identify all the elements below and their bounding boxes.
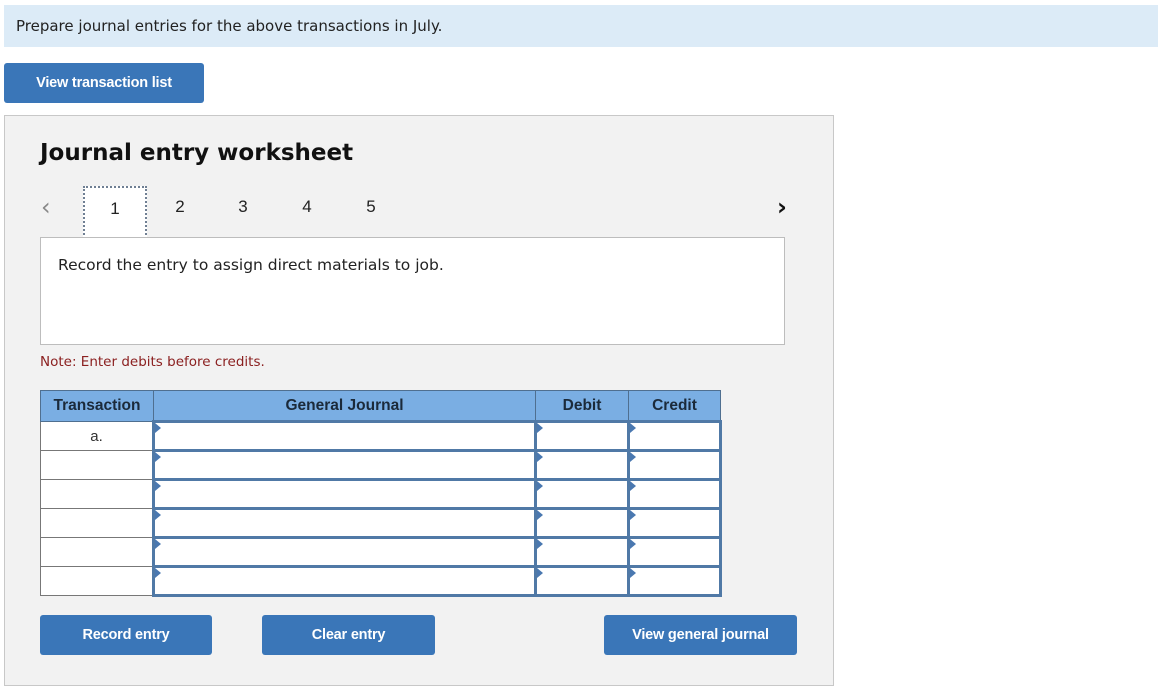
transaction-cell bbox=[40, 450, 154, 480]
account-dropdown[interactable] bbox=[152, 507, 537, 539]
view-general-journal-button[interactable]: View general journal bbox=[604, 615, 797, 655]
note-text: Note: Enter debits before credits. bbox=[40, 354, 265, 370]
credit-input[interactable] bbox=[630, 568, 719, 594]
account-input[interactable] bbox=[155, 452, 534, 478]
debit-input[interactable] bbox=[537, 481, 627, 507]
record-entry-button[interactable]: Record entry bbox=[40, 615, 212, 655]
tab-5[interactable]: 5 bbox=[339, 186, 403, 239]
debit-input[interactable] bbox=[537, 452, 627, 478]
credit-input[interactable] bbox=[630, 539, 719, 565]
table-row: a. bbox=[40, 420, 722, 452]
chevron-left-icon[interactable]: ‹ bbox=[41, 192, 51, 222]
debit-cell[interactable] bbox=[534, 420, 630, 452]
credit-cell[interactable] bbox=[627, 507, 722, 539]
debit-input[interactable] bbox=[537, 539, 627, 565]
debit-input[interactable] bbox=[537, 568, 627, 594]
credit-input[interactable] bbox=[630, 481, 719, 507]
instruction-bar: Prepare journal entries for the above tr… bbox=[4, 5, 1158, 47]
worksheet-title: Journal entry worksheet bbox=[40, 140, 354, 166]
credit-cell[interactable] bbox=[627, 536, 722, 568]
header-credit: Credit bbox=[628, 390, 721, 422]
table-row bbox=[40, 449, 722, 481]
table-header-row: Transaction General Journal Debit Credit bbox=[40, 390, 721, 422]
tab-3[interactable]: 3 bbox=[211, 186, 275, 239]
instruction-text: Prepare journal entries for the above tr… bbox=[16, 17, 443, 35]
tab-1[interactable]: 1 bbox=[83, 186, 147, 239]
transaction-cell bbox=[40, 508, 154, 538]
tab-4[interactable]: 4 bbox=[275, 186, 339, 239]
credit-cell[interactable] bbox=[627, 565, 722, 597]
transaction-cell bbox=[40, 537, 154, 567]
debit-input[interactable] bbox=[537, 510, 627, 536]
debit-cell[interactable] bbox=[534, 478, 630, 510]
header-transaction: Transaction bbox=[40, 390, 154, 422]
journal-entry-worksheet: Journal entry worksheet ‹ 1 2 3 4 5 › Re… bbox=[4, 115, 834, 686]
debit-cell[interactable] bbox=[534, 449, 630, 481]
account-dropdown[interactable] bbox=[152, 536, 537, 568]
entry-prompt: Record the entry to assign direct materi… bbox=[40, 237, 785, 345]
transaction-cell bbox=[40, 566, 154, 596]
view-transaction-list-button[interactable]: View transaction list bbox=[4, 63, 204, 103]
credit-input[interactable] bbox=[630, 452, 719, 478]
transaction-cell bbox=[40, 479, 154, 509]
prompt-text: Record the entry to assign direct materi… bbox=[58, 256, 444, 274]
journal-table: Transaction General Journal Debit Credit… bbox=[40, 390, 722, 597]
header-debit: Debit bbox=[535, 390, 629, 422]
debit-cell[interactable] bbox=[534, 565, 630, 597]
account-input[interactable] bbox=[155, 568, 534, 594]
account-dropdown[interactable] bbox=[152, 565, 537, 597]
clear-entry-button[interactable]: Clear entry bbox=[262, 615, 435, 655]
debit-input[interactable] bbox=[537, 423, 627, 449]
table-row bbox=[40, 478, 722, 510]
debit-cell[interactable] bbox=[534, 507, 630, 539]
credit-cell[interactable] bbox=[627, 478, 722, 510]
credit-input[interactable] bbox=[630, 423, 719, 449]
account-dropdown[interactable] bbox=[152, 449, 537, 481]
table-row bbox=[40, 536, 722, 568]
account-dropdown[interactable] bbox=[152, 478, 537, 510]
header-general-journal: General Journal bbox=[153, 390, 536, 422]
credit-cell[interactable] bbox=[627, 449, 722, 481]
credit-cell[interactable] bbox=[627, 420, 722, 452]
table-row bbox=[40, 507, 722, 539]
chevron-right-icon[interactable]: › bbox=[777, 192, 787, 222]
account-input[interactable] bbox=[155, 423, 534, 449]
credit-input[interactable] bbox=[630, 510, 719, 536]
transaction-cell: a. bbox=[40, 421, 154, 451]
table-row bbox=[40, 565, 722, 597]
account-input[interactable] bbox=[155, 510, 534, 536]
account-input[interactable] bbox=[155, 539, 534, 565]
tab-2[interactable]: 2 bbox=[148, 186, 212, 239]
account-input[interactable] bbox=[155, 481, 534, 507]
account-dropdown[interactable] bbox=[152, 420, 537, 452]
debit-cell[interactable] bbox=[534, 536, 630, 568]
